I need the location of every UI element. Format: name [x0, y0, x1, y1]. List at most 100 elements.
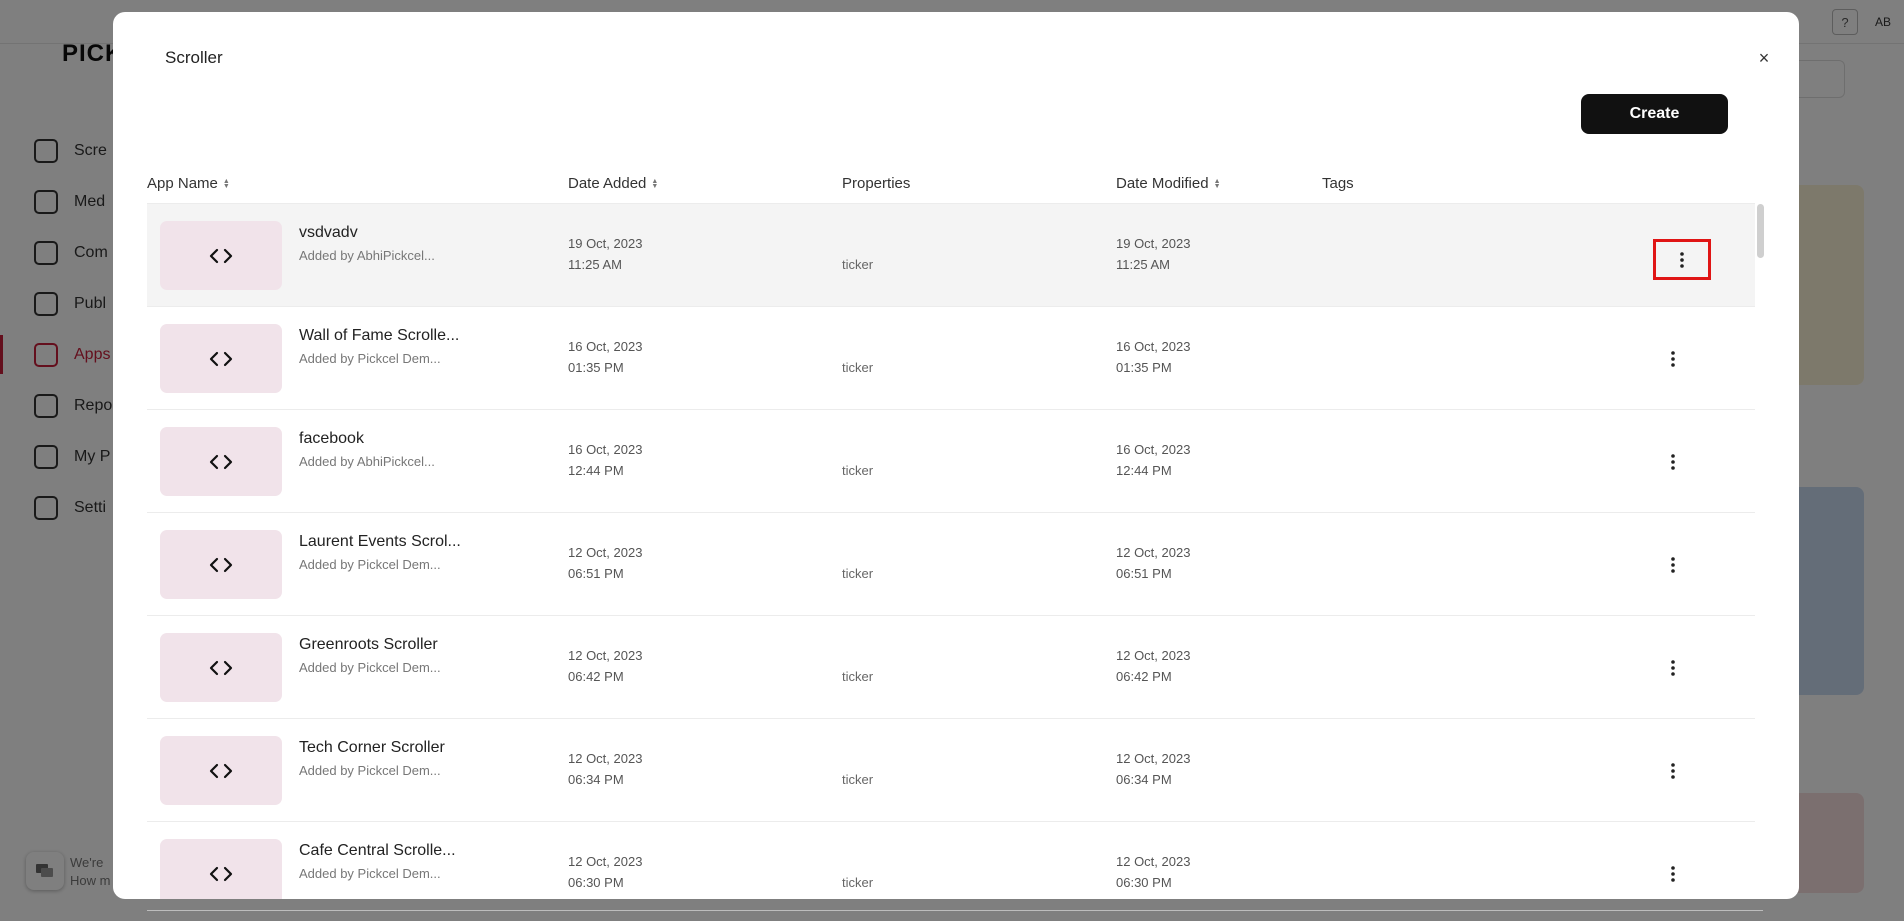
table-row[interactable]: Tech Corner Scroller Added by Pickcel De… — [147, 719, 1755, 822]
time-modified: 12:44 PM — [1116, 463, 1172, 478]
code-icon — [209, 557, 233, 572]
column-label: App Name — [147, 175, 218, 192]
create-button[interactable]: Create — [1581, 94, 1728, 134]
more-options-button[interactable] — [1659, 857, 1687, 891]
added-by: Added by AbhiPickcel... — [299, 454, 435, 469]
scroller-modal: Scroller × Create App Name ▲ ▼ Date Added… — [113, 12, 1799, 899]
added-by: Added by Pickcel Dem... — [299, 351, 441, 366]
column-label: Date Modified — [1116, 175, 1209, 192]
time-added: 06:30 PM — [568, 875, 624, 890]
table-row[interactable]: Greenroots Scroller Added by Pickcel Dem… — [147, 616, 1755, 719]
date-modified: 12 Oct, 2023 — [1116, 854, 1191, 869]
table-header: App Name ▲ ▼ Date Added ▲ ▼ Properties Dat… — [147, 162, 1755, 204]
more-vertical-icon — [1671, 351, 1675, 367]
code-icon — [209, 660, 233, 675]
table-row[interactable]: vsdvadv Added by AbhiPickcel... 19 Oct, … — [147, 204, 1755, 307]
time-modified: 11:25 AM — [1116, 257, 1170, 272]
column-header-date-modified[interactable]: Date Modified ▲ ▼ — [1116, 175, 1221, 192]
code-icon — [209, 866, 233, 881]
app-thumbnail[interactable] — [160, 427, 282, 496]
time-added: 12:44 PM — [568, 463, 624, 478]
app-thumbnail[interactable] — [160, 839, 282, 899]
date-added: 12 Oct, 2023 — [568, 854, 643, 869]
column-label: Date Added — [568, 175, 647, 192]
app-name[interactable]: Tech Corner Scroller — [299, 739, 445, 757]
date-modified: 12 Oct, 2023 — [1116, 545, 1191, 560]
time-added: 06:34 PM — [568, 772, 624, 787]
code-icon — [209, 351, 233, 366]
date-added: 12 Oct, 2023 — [568, 751, 643, 766]
more-options-button[interactable] — [1659, 651, 1687, 685]
date-modified: 16 Oct, 2023 — [1116, 442, 1191, 457]
scrollbar-thumb[interactable] — [1757, 204, 1764, 258]
time-modified: 06:30 PM — [1116, 875, 1172, 890]
date-added: 19 Oct, 2023 — [568, 236, 643, 251]
time-added: 11:25 AM — [568, 257, 622, 272]
app-name[interactable]: facebook — [299, 430, 364, 448]
app-name[interactable]: Wall of Fame Scrolle... — [299, 327, 459, 345]
property-tag: ticker — [842, 669, 874, 684]
app-thumbnail[interactable] — [160, 530, 282, 599]
added-by: Added by AbhiPickcel... — [299, 248, 435, 263]
app-thumbnail[interactable] — [160, 736, 282, 805]
property-tag: ticker — [842, 360, 874, 375]
more-vertical-icon — [1671, 557, 1675, 573]
column-header-tags: Tags — [1322, 175, 1354, 192]
time-modified: 06:34 PM — [1116, 772, 1172, 787]
more-options-button[interactable] — [1659, 342, 1687, 376]
code-icon — [209, 454, 233, 469]
app-thumbnail[interactable] — [160, 221, 282, 290]
sort-icon[interactable]: ▲ ▼ — [651, 178, 658, 190]
sort-icon[interactable]: ▲ ▼ — [1214, 178, 1221, 190]
app-name[interactable]: vsdvadv — [299, 224, 358, 242]
time-added: 06:51 PM — [568, 566, 624, 581]
more-options-button[interactable] — [1659, 445, 1687, 479]
added-by: Added by Pickcel Dem... — [299, 866, 441, 881]
added-by: Added by Pickcel Dem... — [299, 660, 441, 675]
more-vertical-icon — [1671, 763, 1675, 779]
app-thumbnail[interactable] — [160, 324, 282, 393]
time-modified: 06:51 PM — [1116, 566, 1172, 581]
time-added: 01:35 PM — [568, 360, 624, 375]
column-header-date-added[interactable]: Date Added ▲ ▼ — [568, 175, 658, 192]
time-added: 06:42 PM — [568, 669, 624, 684]
date-added: 16 Oct, 2023 — [568, 339, 643, 354]
app-thumbnail[interactable] — [160, 633, 282, 702]
app-name[interactable]: Greenroots Scroller — [299, 636, 438, 654]
table-scrollbar[interactable] — [1756, 204, 1766, 899]
date-added: 16 Oct, 2023 — [568, 442, 643, 457]
more-options-button[interactable] — [1659, 548, 1687, 582]
property-tag: ticker — [842, 875, 874, 890]
column-label: Properties — [842, 175, 911, 192]
table-row[interactable]: facebook Added by AbhiPickcel... 16 Oct,… — [147, 410, 1755, 513]
more-vertical-icon — [1671, 454, 1675, 470]
table-row[interactable]: Laurent Events Scrol... Added by Pickcel… — [147, 513, 1755, 616]
more-vertical-icon — [1671, 866, 1675, 882]
apps-table-body: vsdvadv Added by AbhiPickcel... 19 Oct, … — [147, 204, 1755, 899]
time-modified: 01:35 PM — [1116, 360, 1172, 375]
date-added: 12 Oct, 2023 — [568, 648, 643, 663]
close-button[interactable]: × — [1753, 47, 1775, 69]
date-modified: 12 Oct, 2023 — [1116, 751, 1191, 766]
more-vertical-icon — [1680, 251, 1684, 268]
column-header-app-name[interactable]: App Name ▲ ▼ — [147, 175, 230, 192]
app-name[interactable]: Cafe Central Scrolle... — [299, 842, 456, 860]
app-name[interactable]: Laurent Events Scrol... — [299, 533, 461, 551]
table-row[interactable]: Wall of Fame Scrolle... Added by Pickcel… — [147, 307, 1755, 410]
more-options-button[interactable] — [1653, 239, 1711, 280]
table-row[interactable]: Cafe Central Scrolle... Added by Pickcel… — [147, 822, 1755, 899]
column-header-properties: Properties — [842, 175, 910, 192]
property-tag: ticker — [842, 566, 874, 581]
code-icon — [209, 763, 233, 778]
code-icon — [209, 248, 233, 263]
date-added: 12 Oct, 2023 — [568, 545, 643, 560]
date-modified: 16 Oct, 2023 — [1116, 339, 1191, 354]
time-modified: 06:42 PM — [1116, 669, 1172, 684]
sort-icon[interactable]: ▲ ▼ — [223, 178, 230, 190]
more-options-button[interactable] — [1659, 754, 1687, 788]
more-vertical-icon — [1671, 660, 1675, 676]
property-tag: ticker — [842, 772, 874, 787]
date-modified: 19 Oct, 2023 — [1116, 236, 1191, 251]
modal-title: Scroller — [165, 48, 223, 67]
column-label: Tags — [1322, 175, 1354, 192]
